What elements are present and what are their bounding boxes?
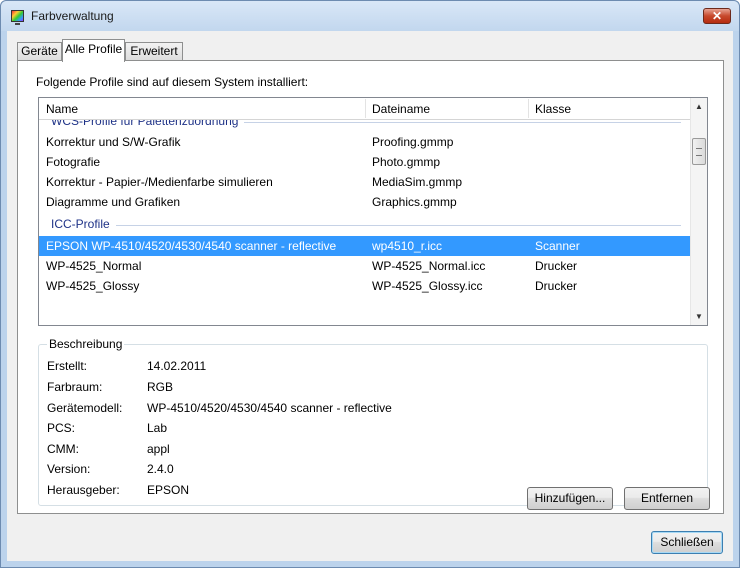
tab-devices[interactable]: Geräte xyxy=(17,42,62,61)
prop-label-version: Version: xyxy=(47,462,91,476)
prop-label-device-model: Gerätemodell: xyxy=(47,401,123,415)
scroll-down-arrow-icon[interactable]: ▼ xyxy=(691,308,707,325)
group-divider xyxy=(51,225,681,226)
prop-value-pcs: Lab xyxy=(147,421,168,435)
prop-value-publisher: EPSON xyxy=(147,483,190,497)
profile-name: WP-4525_Normal xyxy=(46,259,142,273)
group-header-icc[interactable]: ICC-Profile xyxy=(51,217,681,233)
profile-file: WP-4525_Glossy.icc xyxy=(372,279,483,293)
prop-value-created: 14.02.2011 xyxy=(147,359,207,373)
list-header: Name Dateiname Klasse xyxy=(39,98,691,120)
list-row[interactable]: Fotografie Photo.gmmp xyxy=(39,152,691,172)
column-divider[interactable] xyxy=(365,99,366,118)
title-bar[interactable]: Farbverwaltung ✕ xyxy=(1,1,739,31)
list-vertical-scrollbar[interactable]: ▲ ▼ xyxy=(690,98,707,325)
description-groupbox: Beschreibung Erstellt: 14.02.2011 Farbra… xyxy=(38,337,708,506)
tab-advanced[interactable]: Erweitert xyxy=(125,42,183,61)
prop-label-cmm: CMM: xyxy=(47,442,79,456)
list-row[interactable]: Korrektur - Papier-/Medienfarbe simulier… xyxy=(39,172,691,192)
prop-value-color-space: RGB xyxy=(147,380,174,394)
profile-name: Fotografie xyxy=(46,155,101,169)
prop-value-version: 2.4.0 xyxy=(147,462,174,476)
list-row[interactable]: Diagramme und Grafiken Graphics.gmmp xyxy=(39,192,691,212)
close-icon: ✕ xyxy=(711,9,723,23)
tab-all-profiles[interactable]: Alle Profile xyxy=(62,39,125,62)
color-management-window: Farbverwaltung ✕ Geräte Alle Profile Erw… xyxy=(0,0,740,568)
profiles-list[interactable]: Name Dateiname Klasse WCS-Profile für Pa… xyxy=(38,97,708,326)
profile-file: Graphics.gmmp xyxy=(372,195,457,209)
intro-text: Folgende Profile sind auf diesem System … xyxy=(36,75,309,89)
list-row[interactable]: WP-4525_Normal WP-4525_Normal.icc Drucke… xyxy=(39,256,691,276)
profile-name: Korrektur und S/W-Grafik xyxy=(46,135,181,149)
window-title: Farbverwaltung xyxy=(31,9,114,23)
column-header-class[interactable]: Klasse xyxy=(535,102,571,116)
list-body: WCS-Profile für Palettenzuordnung Korrek… xyxy=(39,120,691,325)
profile-class: Drucker xyxy=(535,259,578,273)
prop-label-pcs: PCS: xyxy=(47,421,76,435)
profile-file: wp4510_r.icc xyxy=(372,239,443,253)
profile-class: Scanner xyxy=(535,239,580,253)
dialog-client-area: Geräte Alle Profile Erweitert Folgende P… xyxy=(7,31,733,561)
close-button[interactable]: Schließen xyxy=(651,531,723,554)
list-row[interactable]: WP-4525_Glossy WP-4525_Glossy.icc Drucke… xyxy=(39,276,691,296)
list-row[interactable]: Korrektur und S/W-Grafik Proofing.gmmp xyxy=(39,132,691,152)
profile-name: Diagramme und Grafiken xyxy=(46,195,181,209)
description-title: Beschreibung xyxy=(47,337,125,351)
column-divider[interactable] xyxy=(528,99,529,118)
profile-file: Photo.gmmp xyxy=(372,155,441,169)
list-row-selected[interactable]: EPSON WP-4510/4520/4530/4540 scanner - r… xyxy=(39,236,691,256)
scrollbar-thumb[interactable] xyxy=(692,138,706,165)
group-header-wcs[interactable]: WCS-Profile für Palettenzuordnung xyxy=(51,120,681,130)
prop-value-cmm: appl xyxy=(147,442,170,456)
color-management-icon xyxy=(11,10,24,25)
profile-file: WP-4525_Normal.icc xyxy=(372,259,486,273)
group-label: ICC-Profile xyxy=(51,217,116,231)
scroll-up-arrow-icon[interactable]: ▲ xyxy=(691,98,707,115)
column-header-name[interactable]: Name xyxy=(46,102,78,116)
profile-file: MediaSim.gmmp xyxy=(372,175,463,189)
column-header-file[interactable]: Dateiname xyxy=(372,102,430,116)
all-profiles-panel: Folgende Profile sind auf diesem System … xyxy=(17,60,724,514)
close-window-button[interactable]: ✕ xyxy=(703,8,731,24)
prop-label-color-space: Farbraum: xyxy=(47,380,103,394)
group-label: WCS-Profile für Palettenzuordnung xyxy=(51,120,245,128)
prop-label-created: Erstellt: xyxy=(47,359,88,373)
add-profile-button[interactable]: Hinzufügen... xyxy=(527,487,613,510)
profile-name: EPSON WP-4510/4520/4530/4540 scanner - r… xyxy=(46,239,337,253)
profile-class: Drucker xyxy=(535,279,578,293)
profile-name: Korrektur - Papier-/Medienfarbe simulier… xyxy=(46,175,273,189)
prop-value-device-model: WP-4510/4520/4530/4540 scanner - reflect… xyxy=(147,401,392,415)
prop-label-publisher: Herausgeber: xyxy=(47,483,120,497)
profile-name: WP-4525_Glossy xyxy=(46,279,140,293)
remove-profile-button[interactable]: Entfernen xyxy=(624,487,710,510)
profile-file: Proofing.gmmp xyxy=(372,135,454,149)
